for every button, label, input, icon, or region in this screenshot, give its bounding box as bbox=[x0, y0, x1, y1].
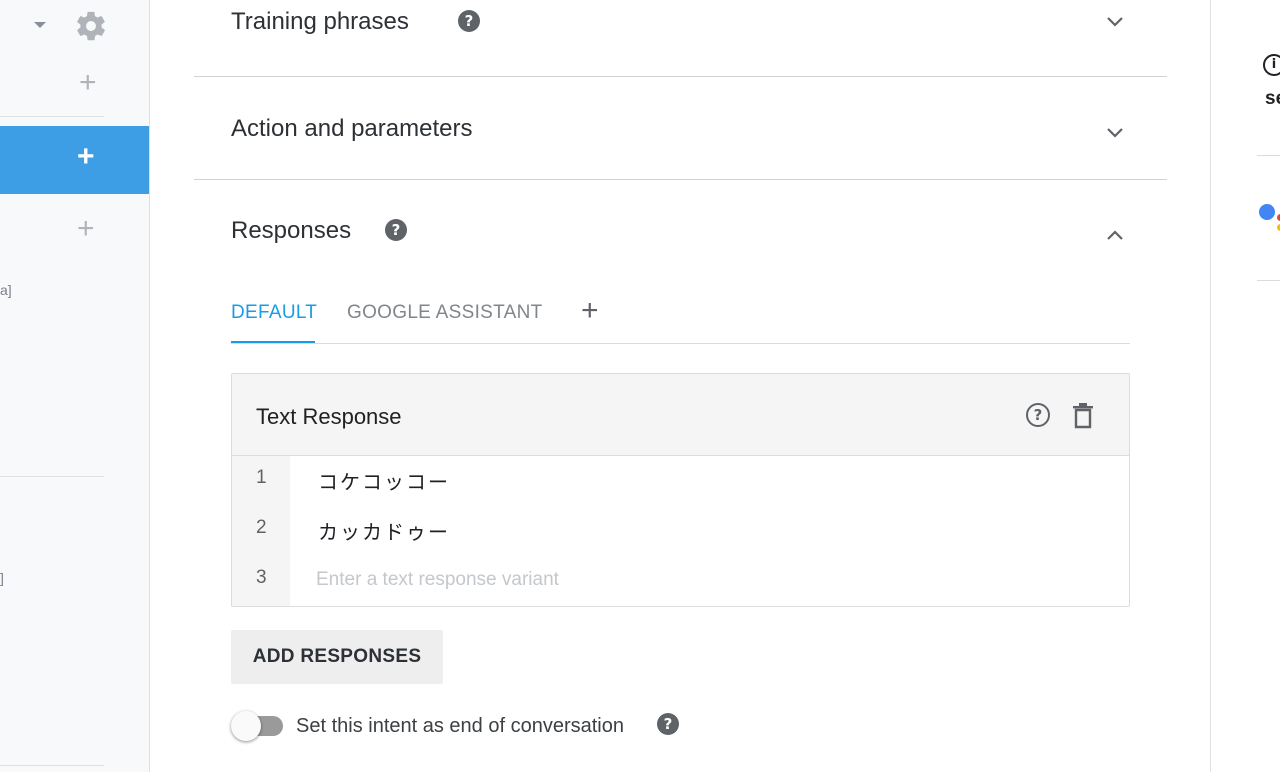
row-number: 2 bbox=[256, 517, 267, 538]
help-circle-icon[interactable]: ? bbox=[1026, 403, 1050, 427]
right-panel-text: se bbox=[1265, 88, 1280, 109]
response-text[interactable]: コケコッコー bbox=[318, 466, 450, 495]
sidebar-divider bbox=[0, 765, 104, 766]
chevron-down-icon[interactable] bbox=[1105, 123, 1125, 143]
section-title: Training phrases bbox=[231, 8, 409, 35]
google-assistant-logo-icon bbox=[1259, 204, 1275, 220]
left-sidebar: + + + a] ] bbox=[0, 0, 150, 772]
end-conversation-label: Set this intent as end of conversation bbox=[296, 715, 624, 737]
intent-editor: Training phrases ? Action and parameters… bbox=[150, 0, 1210, 772]
sidebar-snippet: ] bbox=[0, 570, 4, 586]
right-panel-divider bbox=[1257, 280, 1280, 281]
help-icon[interactable]: ? bbox=[385, 219, 407, 241]
end-conversation-toggle[interactable] bbox=[231, 711, 285, 741]
add-responses-button[interactable]: ADD RESPONSES bbox=[231, 630, 443, 684]
add-icon[interactable]: + bbox=[79, 68, 97, 98]
response-platform-tabs: DEFAULT GOOGLE ASSISTANT + bbox=[231, 292, 1130, 344]
section-responses[interactable]: Responses ? bbox=[194, 180, 1167, 270]
card-title: Text Response bbox=[256, 404, 402, 429]
response-row[interactable]: 2 カッカドゥー bbox=[232, 506, 1129, 556]
tab-default[interactable]: DEFAULT bbox=[231, 302, 317, 324]
chevron-up-icon[interactable] bbox=[1105, 225, 1125, 245]
info-icon: i bbox=[1263, 54, 1280, 76]
tab-google-assistant[interactable]: GOOGLE ASSISTANT bbox=[347, 302, 543, 324]
sidebar-snippet: a] bbox=[0, 282, 12, 298]
section-action-parameters[interactable]: Action and parameters bbox=[194, 77, 1167, 179]
right-panel-divider bbox=[1257, 155, 1280, 156]
help-icon[interactable]: ? bbox=[657, 713, 679, 735]
help-icon[interactable]: ? bbox=[458, 10, 480, 32]
dropdown-caret-icon[interactable] bbox=[34, 22, 46, 28]
sidebar-divider bbox=[0, 116, 104, 117]
sidebar-item-active[interactable]: + bbox=[0, 126, 149, 194]
row-number: 1 bbox=[256, 467, 267, 488]
sidebar-divider bbox=[0, 476, 104, 477]
section-training-phrases[interactable]: Training phrases ? bbox=[194, 0, 1167, 76]
section-title: Action and parameters bbox=[231, 115, 473, 142]
response-row[interactable]: 3 bbox=[232, 556, 1129, 606]
active-tab-indicator bbox=[231, 341, 315, 343]
add-tab-icon[interactable]: + bbox=[581, 296, 599, 326]
row-number: 3 bbox=[256, 567, 267, 588]
add-icon[interactable]: + bbox=[77, 142, 95, 172]
trash-icon[interactable] bbox=[1072, 403, 1094, 429]
response-text[interactable]: カッカドゥー bbox=[318, 516, 450, 545]
card-header: Text Response ? bbox=[232, 374, 1129, 456]
right-panel: i se bbox=[1210, 0, 1280, 772]
section-title: Responses bbox=[231, 217, 352, 244]
text-response-card: Text Response ? 1 コケコッコー 2 カッカドゥー 3 bbox=[231, 373, 1130, 607]
chevron-down-icon[interactable] bbox=[1105, 12, 1125, 32]
response-row[interactable]: 1 コケコッコー bbox=[232, 456, 1129, 506]
gear-icon[interactable] bbox=[74, 9, 108, 43]
response-variant-input[interactable] bbox=[316, 563, 1096, 597]
add-icon[interactable]: + bbox=[77, 214, 95, 244]
toggle-knob bbox=[231, 711, 261, 741]
